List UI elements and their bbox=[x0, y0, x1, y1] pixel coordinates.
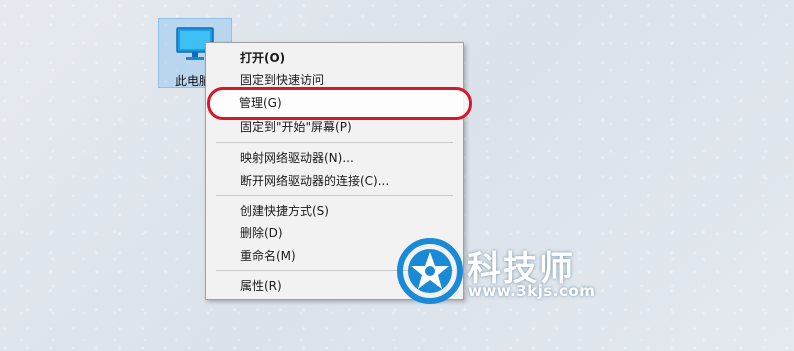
kejishi-logo-icon bbox=[397, 238, 463, 304]
menu-item-disconnect-network-drive[interactable]: 断开网络驱动器的连接(C)... bbox=[206, 170, 463, 192]
menu-item-map-network-drive[interactable]: 映射网络驱动器(N)... bbox=[206, 147, 463, 169]
menu-item-manage[interactable]: 管理(G) bbox=[205, 92, 464, 114]
menu-separator bbox=[216, 195, 453, 196]
menu-separator bbox=[216, 142, 453, 143]
watermark-site: www.3kjs.com bbox=[468, 282, 596, 300]
menu-item-open[interactable]: 打开(O) bbox=[206, 47, 463, 69]
menu-item-create-shortcut[interactable]: 创建快捷方式(S) bbox=[206, 200, 463, 222]
